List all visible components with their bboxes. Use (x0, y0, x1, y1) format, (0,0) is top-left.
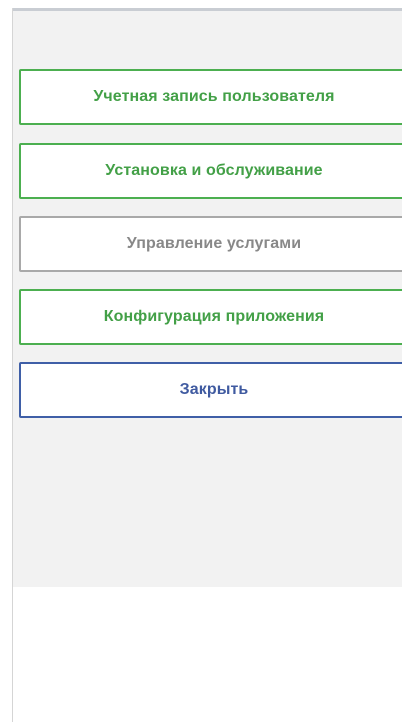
app-configuration-button[interactable]: Конфигурация приложения (19, 289, 402, 345)
installation-maintenance-button[interactable]: Установка и обслуживание (19, 143, 402, 199)
installation-maintenance-label: Установка и обслуживание (105, 162, 323, 179)
close-button[interactable]: Закрыть (19, 362, 402, 418)
service-management-button[interactable]: Управление услугами (19, 216, 402, 272)
user-account-button[interactable]: Учетная запись пользователя (19, 69, 402, 125)
app-configuration-label: Конфигурация приложения (103, 308, 325, 325)
close-label: Закрыть (179, 381, 249, 398)
dialog-frame: Учетная запись пользователя Установка и … (12, 8, 402, 722)
service-management-label: Управление услугами (126, 235, 302, 252)
user-account-label: Учетная запись пользователя (93, 88, 335, 105)
